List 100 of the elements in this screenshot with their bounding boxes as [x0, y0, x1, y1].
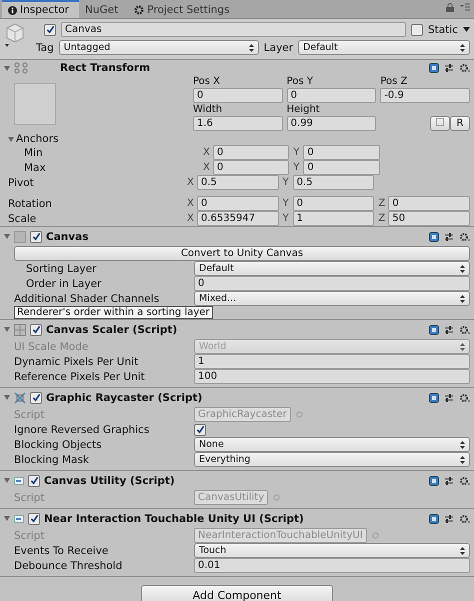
help-icon[interactable]: [429, 514, 439, 524]
tab[interactable]: Inspector: [2, 0, 79, 18]
caret-icon: [248, 44, 254, 52]
sliders-icon[interactable]: [444, 324, 454, 334]
sliders-icon[interactable]: [444, 514, 454, 524]
checkbox[interactable]: [44, 24, 56, 36]
layer-dropdown[interactable]: Default: [298, 40, 470, 55]
checkbox[interactable]: [30, 324, 42, 336]
checkbox[interactable]: [410, 24, 423, 36]
number-field[interactable]: 50: [388, 211, 470, 226]
help-icon[interactable]: [429, 324, 439, 334]
lock-icon[interactable]: [446, 3, 454, 12]
field-label: Debounce Threshold: [14, 560, 124, 572]
checkbox[interactable]: [30, 392, 42, 404]
input-field[interactable]: 0: [194, 276, 470, 291]
help-icon[interactable]: [429, 392, 439, 402]
input-field[interactable]: 0.01: [194, 558, 470, 573]
number-field[interactable]: 0: [193, 88, 283, 103]
settings-icon[interactable]: [459, 324, 470, 334]
field-label: Height: [286, 104, 321, 115]
checkbox[interactable]: [28, 512, 40, 524]
tag-dropdown[interactable]: Untagged: [58, 40, 259, 55]
number-field[interactable]: 0: [292, 196, 374, 211]
input-field[interactable]: 100: [194, 369, 470, 384]
number-field[interactable]: 1.6: [193, 116, 283, 131]
expand-arrow-icon[interactable]: [4, 66, 10, 70]
number-field[interactable]: 0.5: [197, 175, 279, 190]
field-label: UI Scale Mode: [14, 340, 90, 352]
tab[interactable]: NuGet: [78, 2, 128, 18]
component-title: Graphic Raycaster (Script): [46, 392, 204, 404]
dropdown[interactable]: Touch: [194, 543, 470, 558]
field-label: Script: [14, 408, 46, 420]
settings-icon[interactable]: [459, 514, 470, 524]
help-icon[interactable]: [429, 232, 439, 242]
number-field[interactable]: 0: [286, 88, 376, 103]
expand-arrow-icon[interactable]: [4, 395, 10, 400]
rect-transform-icon: [14, 62, 28, 74]
field-label: Script: [14, 530, 46, 542]
number-field[interactable]: 0: [388, 196, 470, 211]
caret-icon: [460, 440, 465, 448]
number-field[interactable]: 1: [292, 211, 374, 226]
info-icon: [8, 6, 17, 14]
settings-icon[interactable]: [459, 476, 470, 486]
field-label: Reference Pixels Per Unit: [14, 370, 146, 382]
sliders-icon[interactable]: [444, 63, 454, 73]
dropdown[interactable]: Mixed...: [194, 291, 470, 306]
axis-label: X: [187, 177, 195, 188]
dropdown[interactable]: Default: [194, 261, 470, 276]
dotted-square-icon: [436, 118, 444, 126]
name-field[interactable]: Canvas: [61, 22, 406, 37]
caret-icon: [460, 44, 465, 52]
number-field[interactable]: -0.9: [380, 88, 470, 103]
help-icon[interactable]: [429, 63, 439, 73]
cube-icon: [4, 22, 26, 48]
component-title: Canvas Scaler (Script): [46, 324, 178, 336]
number-field[interactable]: 0: [303, 145, 380, 160]
field-label: Pos Y: [286, 76, 314, 87]
add-component-button[interactable]: Add Component: [141, 585, 333, 601]
caret-icon: [460, 294, 465, 302]
checkbox[interactable]: [30, 230, 42, 242]
field-label: Order in Layer: [25, 278, 102, 290]
field-label: Rotation: [8, 198, 53, 210]
number-field[interactable]: 0.6535947: [197, 211, 279, 226]
number-field[interactable]: 0: [303, 160, 380, 175]
field-label: Width: [193, 104, 224, 115]
input-field[interactable]: 1: [194, 354, 470, 369]
number-field[interactable]: 0: [213, 145, 290, 160]
number-field[interactable]: 0.99: [286, 116, 376, 131]
anchors-label: Anchors: [8, 133, 183, 145]
sliders-icon[interactable]: [444, 476, 454, 486]
number-field[interactable]: 0: [213, 160, 290, 175]
field-label: Pivot: [8, 176, 35, 188]
axis-label: Z: [378, 198, 386, 209]
tag-label: Tag: [36, 42, 54, 54]
settings-icon[interactable]: [459, 232, 470, 242]
field-label: Pos Z: [380, 76, 408, 87]
checkbox[interactable]: [194, 424, 206, 436]
blueprint-button[interactable]: [430, 116, 450, 131]
raw-edit-button[interactable]: R: [450, 116, 470, 131]
settings-icon: [134, 5, 144, 15]
settings-icon[interactable]: [459, 392, 470, 402]
caret-icon[interactable]: [463, 27, 470, 32]
menu-icon[interactable]: [460, 3, 470, 11]
number-field[interactable]: 0.5: [292, 175, 374, 190]
axis-label: Y: [293, 162, 300, 173]
checkbox[interactable]: [28, 474, 40, 486]
convert-button[interactable]: Convert to Unity Canvas: [14, 246, 470, 261]
field-label: Ignore Reversed Graphics: [14, 424, 150, 436]
sliders-icon[interactable]: [444, 232, 454, 242]
tab[interactable]: Project Settings: [128, 2, 240, 18]
number-field[interactable]: 0: [197, 196, 279, 211]
dropdown[interactable]: None: [194, 437, 470, 452]
help-icon[interactable]: [429, 476, 439, 486]
grid-icon: [14, 324, 26, 336]
axis-label: Y: [282, 198, 290, 209]
dropdown[interactable]: Everything: [194, 452, 470, 467]
field-label: Events To Receive: [14, 544, 110, 556]
settings-icon[interactable]: [459, 63, 470, 73]
component-title: Canvas: [46, 230, 90, 242]
sliders-icon[interactable]: [444, 392, 454, 402]
